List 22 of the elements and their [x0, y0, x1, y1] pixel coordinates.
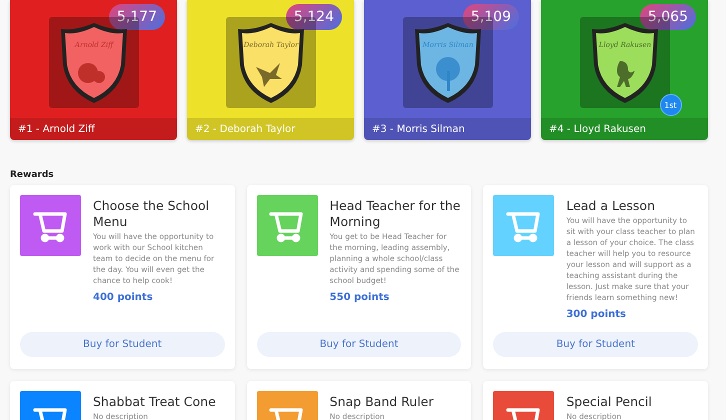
reward-title: Snap Band Ruler	[330, 394, 434, 410]
reward-points: 400 points	[93, 292, 154, 303]
house-name: #3 - Morris Silman	[364, 118, 531, 140]
section-heading: Rewards	[10, 170, 55, 180]
reward-points: 550 points	[330, 292, 390, 303]
ribbon-badge: 1st	[660, 94, 682, 116]
score-badge: 5,065	[640, 4, 696, 30]
reward-title: Shabbat Treat Cone	[93, 394, 216, 410]
reward-title: Lead a Lesson	[566, 198, 656, 214]
reward-points: 300 points	[566, 309, 627, 320]
buy-button[interactable]: Buy for Student	[20, 332, 225, 357]
reward-title: Choose the School Menu	[93, 198, 210, 230]
house-name: #4 - Lloyd Rakusen	[541, 118, 708, 140]
reward-title: Special Pencil	[566, 394, 652, 410]
house-name: #2 - Deborah Taylor	[187, 118, 354, 140]
house-name: #1 - Arnold Ziff	[10, 118, 177, 140]
score-badge: 5,109	[462, 4, 519, 30]
buy-button[interactable]: Buy for Student	[493, 332, 698, 357]
score-badge: 5,124	[286, 4, 342, 30]
reward-title: Head Teacher for the Morning	[330, 198, 462, 230]
buy-button[interactable]: Buy for Student	[256, 332, 462, 357]
score-badge: 5,177	[108, 4, 165, 30]
